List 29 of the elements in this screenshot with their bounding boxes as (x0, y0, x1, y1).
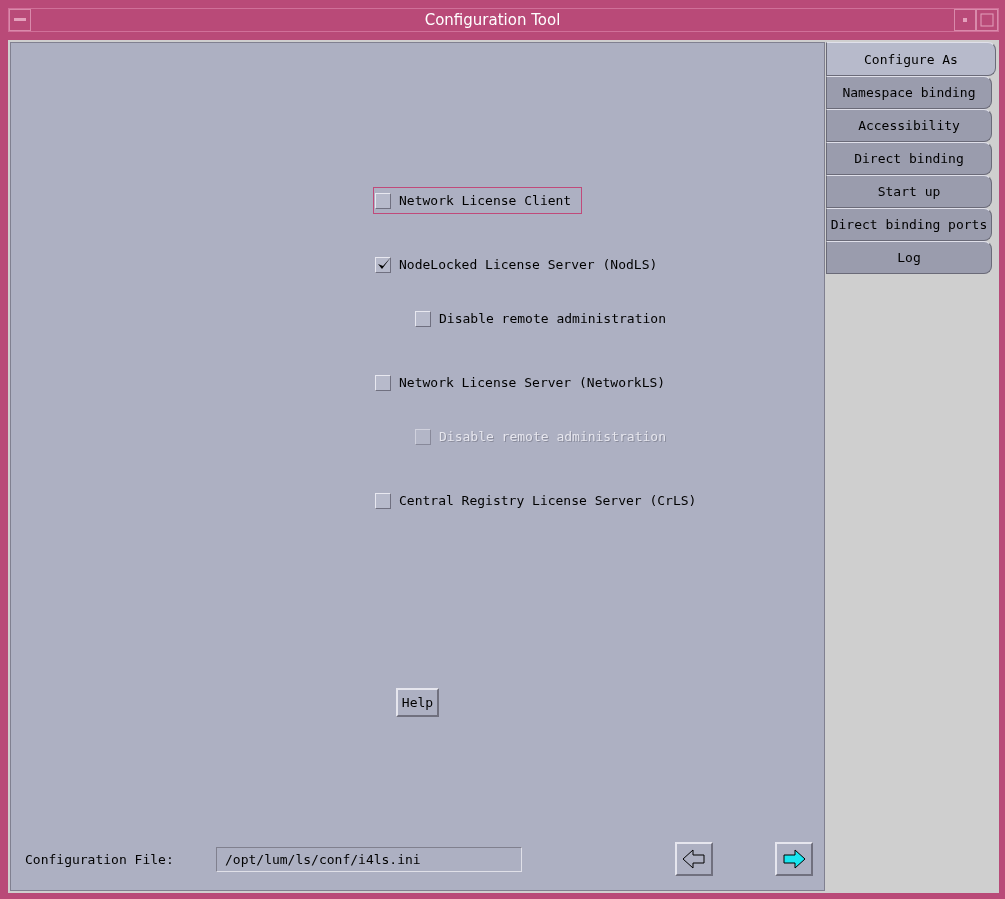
tab[interactable]: Log (826, 241, 992, 274)
option-checkbox[interactable]: Network License Client (373, 187, 583, 214)
tab[interactable]: Accessibility (826, 109, 992, 142)
left-arrow-icon (681, 848, 707, 870)
tab[interactable]: Start up (826, 175, 992, 208)
config-file-field[interactable]: /opt/lum/ls/conf/i4ls.ini (216, 846, 522, 872)
field-label: Configuration File: (25, 851, 175, 867)
checkbox[interactable] (375, 256, 391, 273)
window-menu-button[interactable] (9, 9, 31, 31)
tab[interactable]: Namespace binding (826, 76, 992, 109)
checkbox[interactable] (415, 310, 431, 327)
option-checkbox[interactable]: Network License Server (NetworkLS) (373, 369, 677, 396)
option-checkbox[interactable]: Central Registry License Server (CrLS) (373, 487, 708, 514)
back-button[interactable] (675, 842, 713, 876)
minus-icon (14, 18, 26, 22)
minimize-button[interactable] (954, 9, 976, 31)
option-checkbox[interactable]: NodeLocked License Server (NodLS) (373, 251, 669, 278)
checkbox[interactable] (375, 374, 391, 391)
tab[interactable]: Configure As (826, 42, 996, 76)
window-title: Configuration Tool (423, 11, 562, 29)
tab[interactable]: Direct binding ports (826, 208, 992, 241)
tab[interactable]: Direct binding (826, 142, 992, 175)
option-checkbox[interactable]: Disable remote administration (413, 305, 677, 332)
next-button[interactable] (775, 842, 813, 876)
right-arrow-icon (781, 848, 807, 870)
checkbox[interactable] (375, 492, 391, 509)
square-icon (980, 13, 994, 27)
help-button[interactable]: Help (395, 688, 440, 717)
checkbox[interactable] (375, 192, 391, 209)
